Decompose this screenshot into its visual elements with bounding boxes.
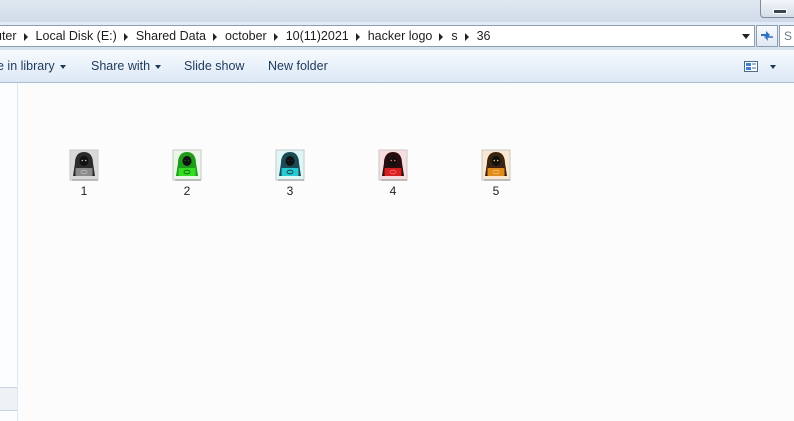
breadcrumb-item-s[interactable]: s: [451, 26, 457, 46]
hacker-logo-orange-icon: [481, 149, 511, 181]
breadcrumb-item-october[interactable]: october: [225, 26, 267, 46]
file-item[interactable]: 1: [51, 149, 117, 198]
breadcrumb-chevron-icon[interactable]: [23, 32, 28, 41]
breadcrumb-item-36[interactable]: 36: [477, 26, 491, 46]
hacker-logo-red-icon: [378, 149, 408, 181]
file-name: 5: [492, 184, 500, 198]
breadcrumb-chevron-icon[interactable]: [273, 32, 278, 41]
file-name: 2: [183, 184, 191, 198]
breadcrumb-item-hacker-logo[interactable]: hacker logo: [368, 26, 433, 46]
change-view-icon[interactable]: [744, 61, 758, 72]
breadcrumb-item-shared-data[interactable]: Shared Data: [136, 26, 206, 46]
hacker-logo-black-icon: [69, 149, 99, 181]
include-in-library-label: e in library: [0, 59, 55, 73]
file-item[interactable]: 2: [154, 149, 220, 198]
address-history-dropdown-icon[interactable]: [742, 34, 750, 39]
breadcrumb-chevron-icon[interactable]: [213, 32, 218, 41]
breadcrumb-item-computer[interactable]: uter: [0, 26, 17, 46]
share-with-label: Share with: [91, 59, 151, 73]
address-bar[interactable]: uter Local Disk (E:) Shared Data october 10(…: [0, 25, 755, 47]
address-row: uter Local Disk (E:) Shared Data october 10(…: [0, 22, 794, 50]
chevron-down-icon: [155, 64, 162, 69]
hacker-logo-green-icon: [172, 149, 202, 181]
include-in-library-button[interactable]: e in library: [0, 50, 66, 82]
search-input[interactable]: S: [779, 25, 794, 47]
file-item[interactable]: 5: [463, 149, 529, 198]
new-folder-button[interactable]: New folder: [268, 50, 328, 82]
breadcrumb-item-date-folder[interactable]: 10(11)2021: [286, 26, 349, 46]
title-bar: [0, 0, 794, 22]
hacker-logo-cyan-icon: [275, 149, 305, 181]
file-name: 3: [286, 184, 294, 198]
breadcrumb-chevron-icon[interactable]: [464, 32, 469, 41]
refresh-button[interactable]: [756, 25, 778, 47]
command-bar: e in library Share with Slide show New f…: [0, 50, 794, 83]
breadcrumb-chevron-icon[interactable]: [439, 32, 444, 41]
file-item[interactable]: 4: [360, 149, 426, 198]
breadcrumb-chevron-icon[interactable]: [123, 32, 128, 41]
refresh-icon: [761, 31, 773, 41]
minimize-button[interactable]: [760, 0, 794, 18]
breadcrumb-chevron-icon[interactable]: [355, 32, 360, 41]
file-list-area: 1 2 3 4 5: [18, 83, 794, 421]
minimize-icon: [773, 9, 787, 14]
file-name: 4: [389, 184, 397, 198]
share-with-button[interactable]: Share with: [91, 50, 162, 82]
view-options-dropdown-icon[interactable]: [770, 65, 776, 69]
breadcrumb-item-local-disk[interactable]: Local Disk (E:): [36, 26, 117, 46]
chevron-down-icon: [59, 64, 66, 69]
navigation-scrollbar[interactable]: [0, 387, 17, 411]
navigation-pane: [0, 83, 18, 421]
file-name: 1: [80, 184, 88, 198]
breadcrumb: uter Local Disk (E:) Shared Data october 10(…: [0, 26, 491, 46]
slide-show-button[interactable]: Slide show: [184, 50, 244, 82]
file-item[interactable]: 3: [257, 149, 323, 198]
